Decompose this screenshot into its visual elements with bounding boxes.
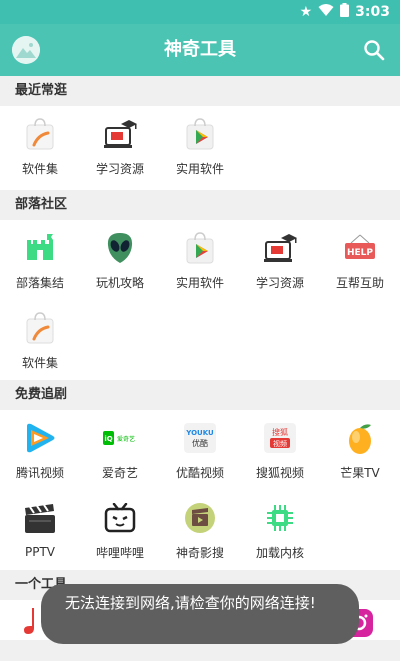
tile-label: 软件集: [21, 355, 58, 370]
tile-bilibili[interactable]: 哔哩哔哩: [80, 490, 160, 570]
tile-label: 加载内核: [255, 545, 304, 560]
tile-youku[interactable]: YOUKU 优酷 优酷视频: [160, 410, 240, 490]
tile-label: 芒果TV: [340, 465, 380, 480]
battery-icon: [340, 3, 350, 21]
section-header-recent: 最近常逛: [0, 76, 400, 106]
bilibili-tv-icon: [102, 500, 138, 536]
tile-utility-software[interactable]: 实用软件: [160, 106, 240, 186]
status-time: 3:03: [355, 4, 390, 20]
help-sign-icon: HELP: [342, 230, 378, 266]
shopping-bag-icon: [22, 116, 58, 152]
search-button[interactable]: [362, 38, 386, 62]
tile-learning-resources[interactable]: 学习资源: [80, 106, 160, 186]
tile-gaming-guides[interactable]: 玩机攻略: [80, 220, 160, 300]
tile-label: 互帮互助: [335, 275, 384, 290]
tile-utility-software[interactable]: 实用软件: [160, 220, 240, 300]
wifi-icon: [318, 3, 334, 21]
tile-label: 腾讯视频: [15, 465, 64, 480]
tile-mutual-help[interactable]: HELP 互帮互助: [320, 220, 400, 300]
tile-tencent-video[interactable]: 腾讯视频: [0, 410, 80, 490]
svg-text:HELP: HELP: [347, 248, 373, 258]
grid-recent: 软件集 学习资源 实用软件: [0, 106, 400, 190]
tile-label: 玩机攻略: [95, 275, 144, 290]
tile-label: 学习资源: [95, 161, 144, 176]
status-bar: ★ 3:03: [0, 0, 400, 24]
tile-load-kernel[interactable]: 加载内核: [240, 490, 320, 570]
tile-label: 实用软件: [175, 161, 224, 176]
svg-text:搜狐: 搜狐: [272, 427, 288, 437]
tile-label: PPTV: [24, 545, 55, 559]
tile-label: 搜狐视频: [255, 465, 304, 480]
app-bar: 神奇工具: [0, 24, 400, 76]
chip-icon: [262, 500, 298, 536]
section-header-community: 部落社区: [0, 190, 400, 220]
clapperboard-icon: [22, 501, 58, 537]
tile-software-collection[interactable]: 软件集: [0, 106, 80, 186]
sohu-video-icon: 搜狐 视频: [262, 420, 298, 456]
grid-free-shows: 腾讯视频 iQ 爱奇艺 爱奇艺 YOUKU 优酷 优酷视频 搜狐 视频 搜狐视频 芒果…: [0, 410, 400, 570]
tencent-video-icon: [22, 420, 58, 456]
svg-text:iQ: iQ: [104, 435, 112, 443]
castle-icon: [22, 230, 58, 266]
svg-text:爱奇艺: 爱奇艺: [117, 435, 135, 443]
grid-community: 部落集结 玩机攻略 实用软件 学习资源 HELP 互帮互助 软件集: [0, 220, 400, 380]
tile-label: 爱奇艺: [101, 465, 138, 480]
tile-mango-tv[interactable]: 芒果TV: [320, 410, 400, 490]
play-store-bag-icon: [182, 230, 218, 266]
tile-label: 部落集结: [15, 275, 64, 290]
section-header-free-shows: 免费追剧: [0, 380, 400, 410]
film-circle-icon: [182, 500, 218, 536]
tile-tribe-gathering[interactable]: 部落集结: [0, 220, 80, 300]
star-icon: ★: [299, 4, 313, 20]
tile-label: 软件集: [21, 161, 58, 176]
search-icon: [364, 40, 385, 61]
play-store-bag-icon: [182, 116, 218, 152]
tile-label: 哔哩哔哩: [95, 545, 144, 560]
alien-head-icon: [102, 230, 138, 266]
tile-magic-video-search[interactable]: 神奇影搜: [160, 490, 240, 570]
tile-iqiyi[interactable]: iQ 爱奇艺 爱奇艺: [80, 410, 160, 490]
tile-label: 实用软件: [175, 275, 224, 290]
tile-label: 神奇影搜: [175, 545, 224, 560]
page-title: 神奇工具: [164, 39, 236, 60]
main-content: 最近常逛 软件集 学习资源 实用软件 部落社区 部落集结 玩机攻略 实用软件 学…: [0, 76, 400, 661]
tile-learning-resources[interactable]: 学习资源: [240, 220, 320, 300]
shopping-bag-icon: [22, 310, 58, 346]
tile-label: 学习资源: [255, 275, 304, 290]
laptop-graduation-cap-icon: [102, 116, 138, 152]
svg-text:视频: 视频: [273, 439, 287, 448]
tile-label: 优酷视频: [175, 465, 224, 480]
network-error-toast: 无法连接到网络,请检查你的网络连接!: [41, 584, 359, 644]
tile-software-collection[interactable]: 软件集: [0, 300, 80, 380]
svg-text:优酷: 优酷: [192, 438, 208, 448]
youku-icon: YOUKU 优酷: [182, 420, 218, 456]
iqiyi-icon: iQ 爱奇艺: [102, 420, 138, 456]
mango-icon: [342, 420, 378, 456]
laptop-graduation-cap-icon: [262, 230, 298, 266]
svg-text:YOUKU: YOUKU: [185, 429, 214, 437]
tile-pptv[interactable]: PPTV: [0, 490, 80, 570]
tile-sohu-video[interactable]: 搜狐 视频 搜狐视频: [240, 410, 320, 490]
